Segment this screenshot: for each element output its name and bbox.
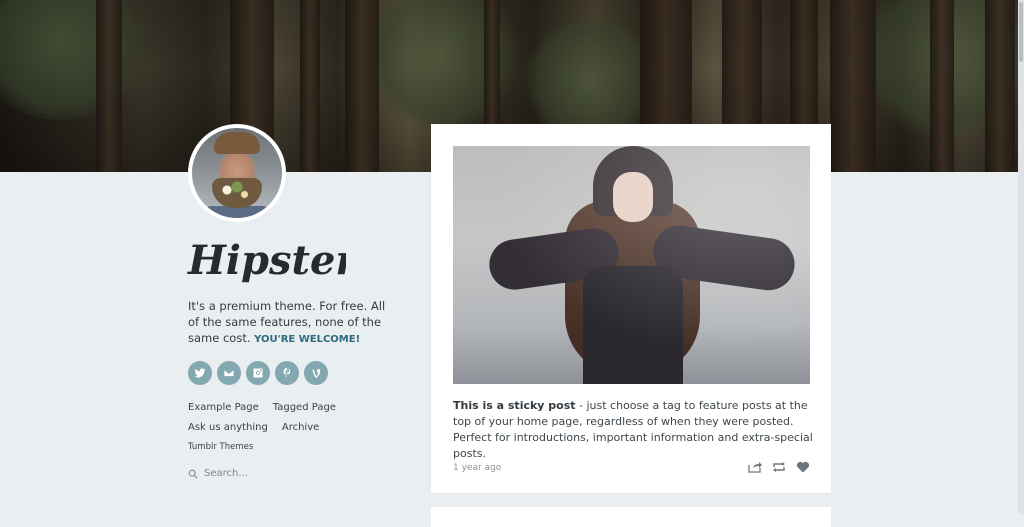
instagram-button[interactable]	[246, 361, 270, 385]
share-icon[interactable]	[748, 461, 762, 473]
nav-example-page[interactable]: Example Page	[188, 402, 259, 413]
search-input[interactable]	[204, 468, 324, 479]
sticky-post-label: This is a sticky post	[453, 399, 576, 412]
nav-tagged-page[interactable]: Tagged Page	[273, 402, 336, 413]
instagram-icon	[253, 368, 263, 378]
sidebar-nav: Example Page Tagged Page Ask us anything…	[188, 402, 388, 462]
nav-ask[interactable]: Ask us anything	[188, 422, 268, 433]
blog-title-logo[interactable]: Hipster	[186, 232, 359, 290]
blog-description-highlight[interactable]: YOU'RE WELCOME!	[254, 334, 360, 345]
post-actions	[748, 461, 810, 473]
nav-tumblr-themes[interactable]: Tumblr Themes	[188, 442, 253, 453]
next-post-card	[431, 507, 831, 527]
blog-title: Hipster	[187, 237, 346, 284]
pinterest-icon	[283, 368, 291, 378]
post-caption: This is a sticky post - just choose a ta…	[453, 398, 813, 462]
reblog-icon[interactable]	[772, 461, 786, 473]
twitter-button[interactable]	[188, 361, 212, 385]
post-footer: 1 year ago	[453, 461, 810, 477]
blog-title-logo-svg: Hipster	[187, 237, 359, 284]
search-icon	[188, 469, 198, 479]
search-box	[188, 468, 324, 479]
vine-button[interactable]	[304, 361, 328, 385]
email-button[interactable]	[217, 361, 241, 385]
like-icon[interactable]	[796, 461, 810, 473]
vine-icon	[312, 369, 321, 378]
scrollbar-thumb[interactable]	[1019, 2, 1023, 62]
sticky-post: This is a sticky post - just choose a ta…	[431, 124, 831, 493]
pinterest-button[interactable]	[275, 361, 299, 385]
email-icon	[223, 369, 235, 377]
post-photo[interactable]	[453, 146, 810, 384]
nav-archive[interactable]: Archive	[282, 422, 319, 433]
twitter-icon	[194, 368, 206, 378]
page-scrollbar[interactable]	[1018, 0, 1024, 514]
blog-description: It's a premium theme. For free. All of t…	[188, 298, 388, 348]
post-timestamp[interactable]: 1 year ago	[453, 463, 501, 473]
avatar[interactable]	[188, 124, 286, 222]
social-links	[188, 361, 328, 385]
